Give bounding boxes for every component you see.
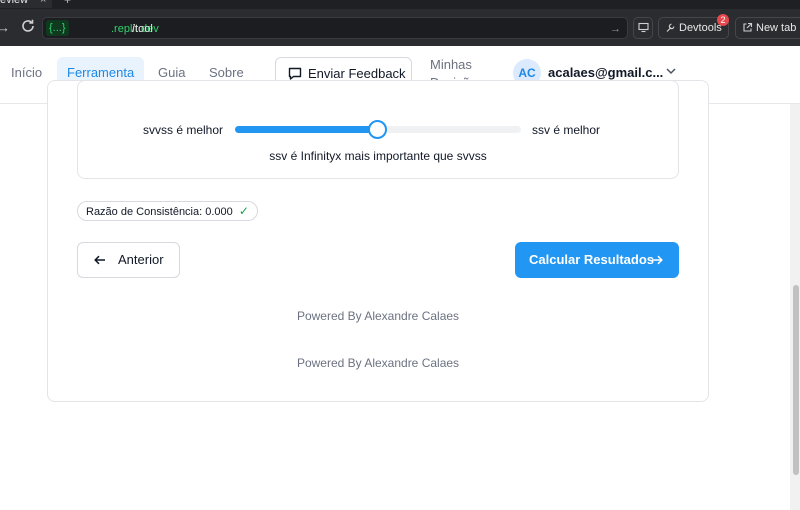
go-arrow-icon[interactable]: → — [610, 21, 621, 37]
previous-label: Anterior — [118, 252, 164, 267]
open-new-tab-button[interactable]: New tab — [735, 17, 800, 39]
new-tab-icon[interactable]: + — [64, 0, 71, 7]
page-scrollbar-thumb[interactable] — [793, 285, 799, 475]
calculate-results-button[interactable]: Calcular Resultados — [515, 242, 679, 278]
check-icon: ✓ — [238, 204, 249, 218]
previous-button[interactable]: Anterior — [77, 242, 180, 278]
powered-by-text: Powered By Alexandre Calaes — [296, 309, 460, 323]
arrow-right-icon — [652, 255, 663, 265]
url-bar[interactable]: {...} .replit.dev /tool → — [42, 17, 628, 39]
wrench-icon — [666, 23, 675, 32]
consistency-label: Razão de Consistência: 0.000 — [86, 206, 233, 218]
forward-icon[interactable]: → — [0, 20, 10, 35]
url-host-badge: {...} — [46, 20, 69, 36]
external-link-icon — [743, 22, 753, 32]
slider-left-label: svvss é melhor — [143, 123, 224, 137]
browser-toolbar: → {...} .replit.dev /tool → Devtools New… — [0, 9, 800, 46]
close-tab-icon[interactable]: × — [40, 0, 46, 6]
reload-icon[interactable] — [20, 18, 36, 34]
send-feedback-label: Enviar Feedback — [308, 66, 406, 81]
nav-link-inicio[interactable]: Início — [1, 57, 52, 89]
comparison-caption: ssv é Infinityx mais importante que svvs… — [269, 149, 487, 163]
comparison-slider-thumb[interactable] — [367, 120, 387, 139]
slider-right-label: ssv é melhor — [532, 123, 601, 137]
monitor-icon — [638, 22, 649, 33]
browser-tab-title: eview — [0, 0, 29, 6]
arrow-left-icon — [94, 255, 105, 265]
chevron-down-icon[interactable] — [665, 66, 677, 76]
url-path: /tool — [132, 23, 153, 35]
browser-tabstrip: eview × + — [0, 0, 800, 9]
message-icon — [288, 67, 302, 80]
powered-by-text: Powered By Alexandre Calaes — [296, 356, 460, 370]
user-email[interactable]: acalaes@gmail.c... — [548, 65, 663, 80]
consistency-badge: Razão de Consistência: 0.000 ✓ — [77, 201, 258, 221]
calculate-results-label: Calcular Resultados — [529, 252, 654, 267]
new-tab-label: New tab — [756, 22, 797, 34]
minhas-line-1: Minhas — [430, 57, 472, 72]
screen-button[interactable] — [633, 17, 653, 39]
comparison-slider-fill — [235, 126, 377, 133]
devtools-notification-badge: 2 — [717, 14, 729, 26]
devtools-label: Devtools — [679, 22, 722, 34]
